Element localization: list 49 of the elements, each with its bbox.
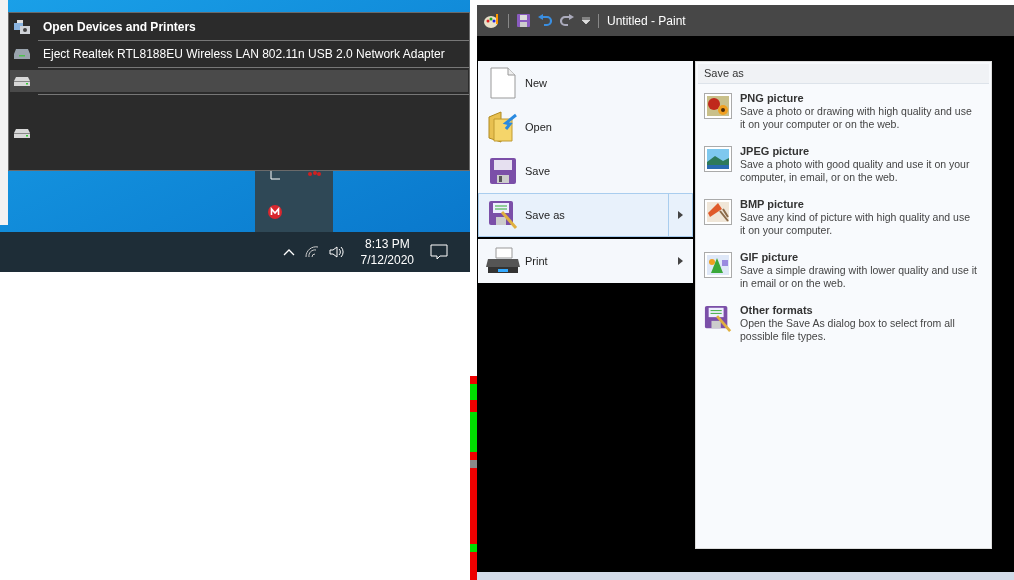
drive-icon <box>14 76 30 86</box>
format-description: Save a photo or drawing with high quality and use it on your computer or on the web. <box>740 105 973 131</box>
landscape-picture-icon <box>704 146 732 172</box>
date-text: 7/12/2020 <box>360 252 414 268</box>
folder-icon <box>488 111 518 143</box>
save-format-option[interactable]: GIF picture Save a simple drawing with lower quality and use it in email or on the web. <box>696 250 991 298</box>
device-menu-item[interactable]: Open Devices and Printers <box>10 16 468 38</box>
tray-app-icon <box>270 170 282 180</box>
mega-app-icon[interactable] <box>268 205 282 219</box>
format-title: JPEG picture <box>740 144 811 158</box>
dropdown-icon[interactable] <box>582 16 590 25</box>
time-text: 8:13 PM <box>364 236 410 252</box>
blank-page-icon <box>490 67 516 99</box>
format-description: Save any kind of picture with high quality and use it on your computer. <box>740 211 971 237</box>
chevron-up-icon[interactable] <box>282 248 295 256</box>
drive-icon <box>14 128 30 138</box>
window-title: Untitled - Paint <box>607 12 686 30</box>
floppy-pencil-icon <box>488 200 518 230</box>
submenu-arrow-icon <box>678 257 683 265</box>
flowers-picture-icon <box>704 93 732 119</box>
format-description: Save a photo with good quality and use it on your computer, in email, or on the web. <box>740 158 971 184</box>
device-menu-item[interactable]: Eject Realtek RTL8188EU Wireless LAN 802.11n USB 2.0 Network Adapter <box>10 43 468 65</box>
palette-icon[interactable] <box>484 13 500 28</box>
speaker-icon[interactable] <box>328 246 345 258</box>
format-title: BMP picture <box>740 197 805 211</box>
submenu-heading: Save as <box>698 64 989 84</box>
save-format-option[interactable]: PNG picture Save a photo or drawing with high quality and use it on your computer or on the web. <box>696 91 991 139</box>
notification-icon[interactable] <box>430 244 448 260</box>
devices-printers-icon <box>14 20 30 34</box>
format-title: GIF picture <box>740 250 800 264</box>
redo-icon[interactable] <box>560 14 574 27</box>
save-format-option[interactable]: Other formats Open the Save As dialog box to select from all possible file types. <box>696 303 991 351</box>
wifi-icon[interactable] <box>304 246 319 258</box>
paint-brushes-icon <box>704 199 732 225</box>
undo-icon[interactable] <box>538 14 552 27</box>
file-menu-item[interactable]: Save as <box>478 193 693 237</box>
network-adapter-icon <box>14 49 30 59</box>
format-title: PNG picture <box>740 91 805 105</box>
format-title: Other formats <box>740 303 814 317</box>
submenu-arrow-icon <box>678 211 683 219</box>
printer-icon <box>486 247 520 275</box>
format-description: Save a simple drawing with lower quality and use it in email or on the web. <box>740 264 978 290</box>
shapes-picture-icon <box>704 252 732 278</box>
save-format-option[interactable]: BMP picture Save any kind of picture with high quality and use it on your computer. <box>696 197 991 245</box>
clock[interactable]: 8:13 PM 7/12/2020 <box>360 236 414 268</box>
tray-app-icon <box>307 170 321 178</box>
format-description: Open the Save As dialog box to select from all possible file types. <box>740 317 956 343</box>
save-format-option[interactable]: JPEG picture Save a photo with good quality and use it on your computer, in email, or on the web. <box>696 144 991 192</box>
floppy-pencil-icon <box>704 305 732 333</box>
